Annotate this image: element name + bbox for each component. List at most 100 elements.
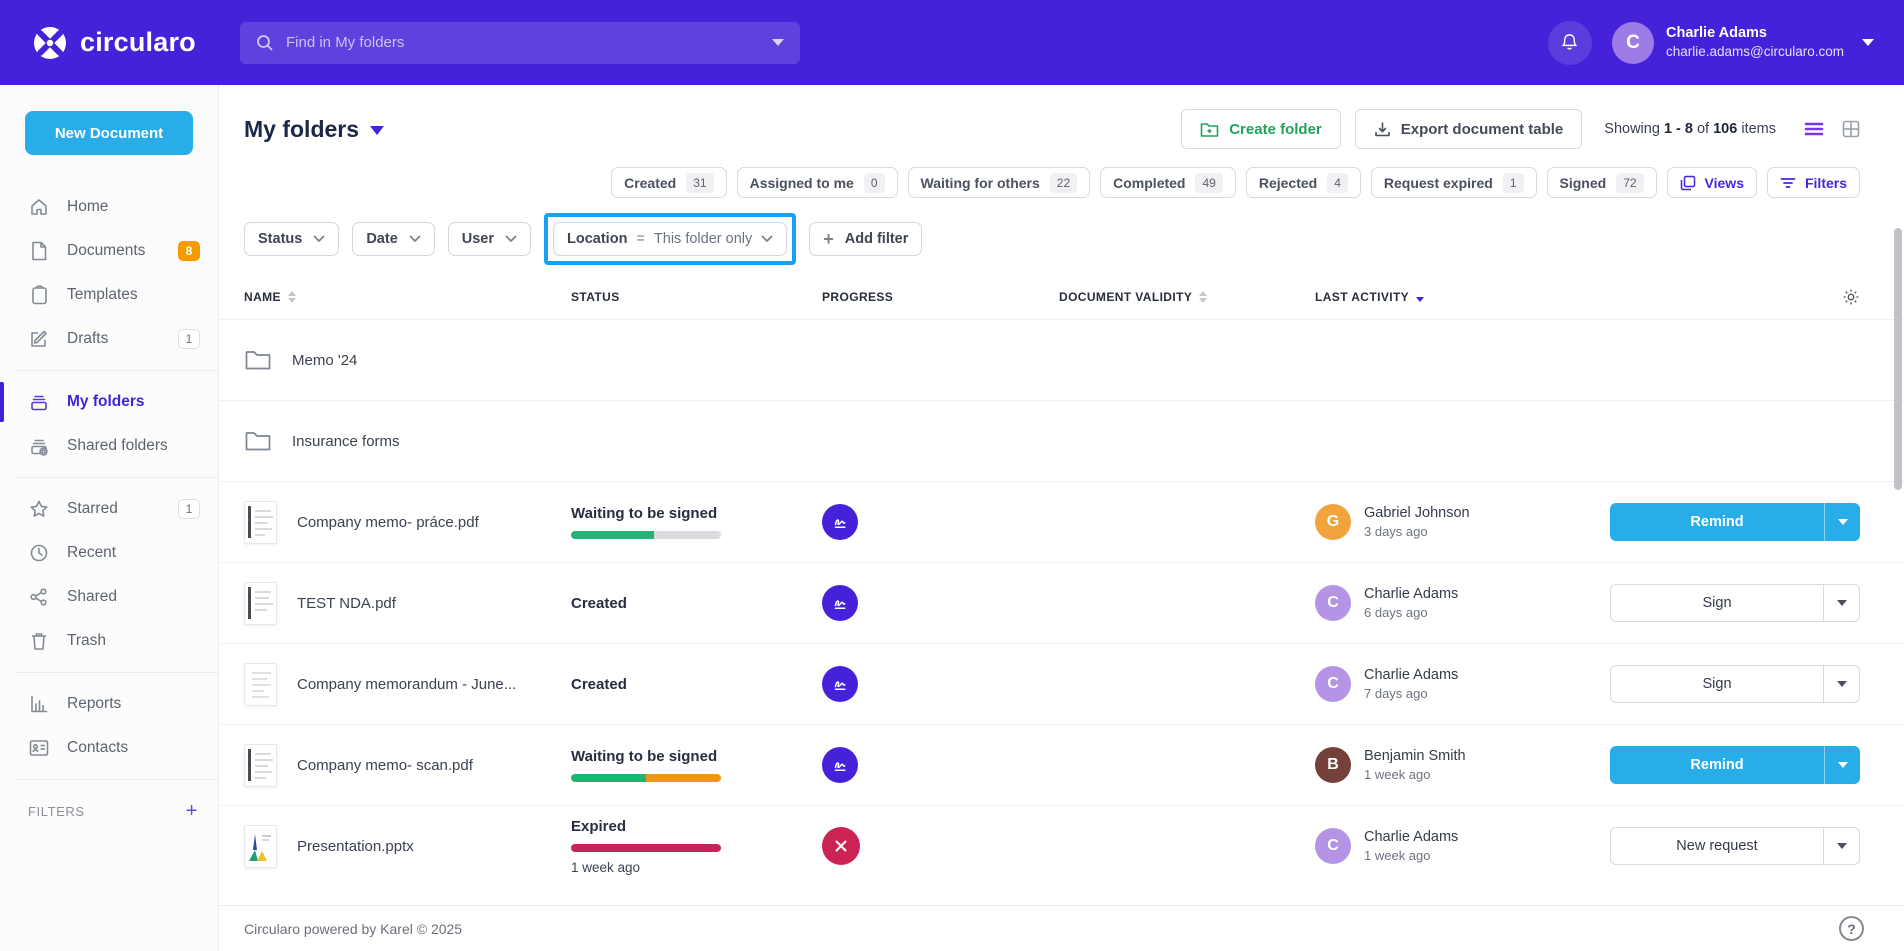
document-name[interactable]: Company memorandum - June... [297, 676, 516, 693]
status-text: Created [571, 595, 822, 612]
sidebar-item-shared-folders[interactable]: Shared folders [0, 424, 218, 468]
signature-progress-icon[interactable] [822, 585, 858, 621]
export-document-table-button[interactable]: Export document table [1355, 109, 1583, 149]
table-row[interactable]: Insurance forms [219, 400, 1904, 481]
chip-rejected[interactable]: Rejected 4 [1246, 167, 1361, 198]
status-filter-dropdown[interactable]: Status [244, 222, 339, 256]
document-name[interactable]: Company memo- scan.pdf [297, 757, 473, 774]
column-header-document-validity[interactable]: DOCUMENT VALIDITY [1059, 290, 1315, 304]
create-folder-button[interactable]: Create folder [1181, 109, 1341, 149]
add-saved-filter-button[interactable]: + [186, 801, 198, 821]
folder-name[interactable]: Memo '24 [292, 352, 357, 369]
footer-text: Circularo powered by Karel © 2025 [244, 921, 462, 937]
document-name[interactable]: Company memo- práce.pdf [297, 514, 479, 531]
document-name[interactable]: Presentation.pptx [297, 838, 414, 855]
vertical-scrollbar[interactable] [1894, 228, 1902, 490]
last-activity-name: Gabriel Johnson [1364, 504, 1470, 522]
search-bar[interactable] [240, 22, 800, 64]
action-dropdown-toggle[interactable] [1824, 503, 1860, 541]
folders-icon [28, 392, 50, 412]
filters-button[interactable]: Filters [1767, 167, 1860, 198]
remind-button[interactable]: Remind [1610, 746, 1860, 784]
chip-created[interactable]: Created 31 [611, 167, 727, 198]
page-title[interactable]: My folders [244, 116, 384, 143]
sign-button[interactable]: Sign [1610, 584, 1860, 622]
sidebar-item-label: Drafts [67, 330, 108, 348]
chip-completed[interactable]: Completed 49 [1100, 167, 1236, 198]
notifications-button[interactable] [1548, 21, 1592, 65]
search-input[interactable] [286, 34, 760, 51]
last-activity-name: Charlie Adams [1364, 828, 1458, 846]
column-header-name[interactable]: NAME [244, 290, 571, 304]
document-icon [28, 241, 50, 261]
status-text: Created [571, 676, 822, 693]
column-header-last-activity[interactable]: LAST ACTIVITY [1315, 290, 1610, 304]
signature-progress-icon[interactable] [822, 747, 858, 783]
action-dropdown-toggle[interactable] [1824, 746, 1860, 784]
remind-button[interactable]: Remind [1610, 503, 1860, 541]
sidebar-divider [16, 370, 218, 371]
sidebar-item-templates[interactable]: Templates [0, 273, 218, 317]
table-row[interactable]: Presentation.pptx Expired 1 week ago C C… [219, 805, 1904, 886]
action-dropdown-toggle[interactable] [1823, 666, 1859, 702]
list-view-button[interactable] [1804, 121, 1824, 137]
chip-waiting-for-others[interactable]: Waiting for others 22 [908, 167, 1091, 198]
chip-assigned-to-me[interactable]: Assigned to me 0 [737, 167, 898, 198]
document-name[interactable]: TEST NDA.pdf [297, 595, 396, 612]
views-button[interactable]: Views [1667, 167, 1757, 198]
filter-bar: Status Date User Location = This folder … [219, 198, 1904, 275]
chip-signed[interactable]: Signed 72 [1547, 167, 1657, 198]
expired-icon[interactable] [822, 827, 860, 865]
column-header-progress[interactable]: PROGRESS [822, 290, 1059, 304]
action-dropdown-toggle[interactable] [1823, 585, 1859, 621]
chevron-down-icon [409, 235, 421, 243]
signature-progress-icon[interactable] [822, 666, 858, 702]
add-filter-button[interactable]: + Add filter [809, 222, 922, 256]
sort-desc-icon [1416, 297, 1424, 302]
folder-name[interactable]: Insurance forms [292, 433, 400, 450]
sidebar-item-starred[interactable]: Starred 1 [0, 487, 218, 531]
table-row[interactable]: Company memorandum - June... Created C C… [219, 643, 1904, 724]
table-settings-gear-icon[interactable] [1842, 288, 1860, 306]
chip-count: 72 [1616, 173, 1643, 193]
sign-button[interactable]: Sign [1610, 665, 1860, 703]
action-dropdown-toggle[interactable] [1823, 828, 1859, 864]
clock-icon [28, 543, 50, 563]
document-thumbnail [244, 744, 277, 787]
user-email: charlie.adams@circularo.com [1666, 43, 1844, 61]
filters-heading: FILTERS [28, 804, 85, 819]
sidebar-item-my-folders[interactable]: My folders [0, 380, 218, 424]
footer: Circularo powered by Karel © 2025 ? [219, 905, 1904, 951]
new-document-button[interactable]: New Document [25, 111, 193, 155]
table-row[interactable]: TEST NDA.pdf Created C Charlie Adams 6 d… [219, 562, 1904, 643]
date-filter-dropdown[interactable]: Date [352, 222, 434, 256]
sidebar-item-reports[interactable]: Reports [0, 682, 218, 726]
brand[interactable]: circularo [0, 25, 240, 61]
avatar: C [1315, 828, 1351, 864]
column-header-status[interactable]: STATUS [571, 290, 822, 304]
contacts-icon [28, 739, 50, 757]
search-scope-caret-icon[interactable] [772, 39, 784, 46]
table-body: Memo '24 Insurance forms Comp [219, 319, 1904, 886]
sidebar-item-contacts[interactable]: Contacts [0, 726, 218, 770]
sidebar-item-trash[interactable]: Trash [0, 619, 218, 663]
signature-progress-icon[interactable] [822, 504, 858, 540]
sidebar-item-home[interactable]: Home [0, 185, 218, 229]
chip-request-expired[interactable]: Request expired 1 [1371, 167, 1537, 198]
location-filter-dropdown[interactable]: Location = This folder only [553, 222, 787, 256]
help-button[interactable]: ? [1839, 916, 1864, 941]
download-icon [1374, 121, 1391, 138]
grid-view-button[interactable] [1842, 120, 1860, 138]
views-icon [1680, 175, 1696, 191]
table-row[interactable]: Company memo- práce.pdf Waiting to be si… [219, 481, 1904, 562]
user-filter-dropdown[interactable]: User [448, 222, 531, 256]
table-row[interactable]: Memo '24 [219, 319, 1904, 400]
new-request-button[interactable]: New request [1610, 827, 1860, 865]
sidebar-item-recent[interactable]: Recent [0, 531, 218, 575]
sidebar-item-documents[interactable]: Documents 8 [0, 229, 218, 273]
sidebar-item-drafts[interactable]: Drafts 1 [0, 317, 218, 361]
documents-badge: 8 [178, 241, 200, 261]
table-row[interactable]: Company memo- scan.pdf Waiting to be sig… [219, 724, 1904, 805]
sidebar-item-shared[interactable]: Shared [0, 575, 218, 619]
user-menu[interactable]: C Charlie Adams charlie.adams@circularo.… [1612, 22, 1874, 64]
